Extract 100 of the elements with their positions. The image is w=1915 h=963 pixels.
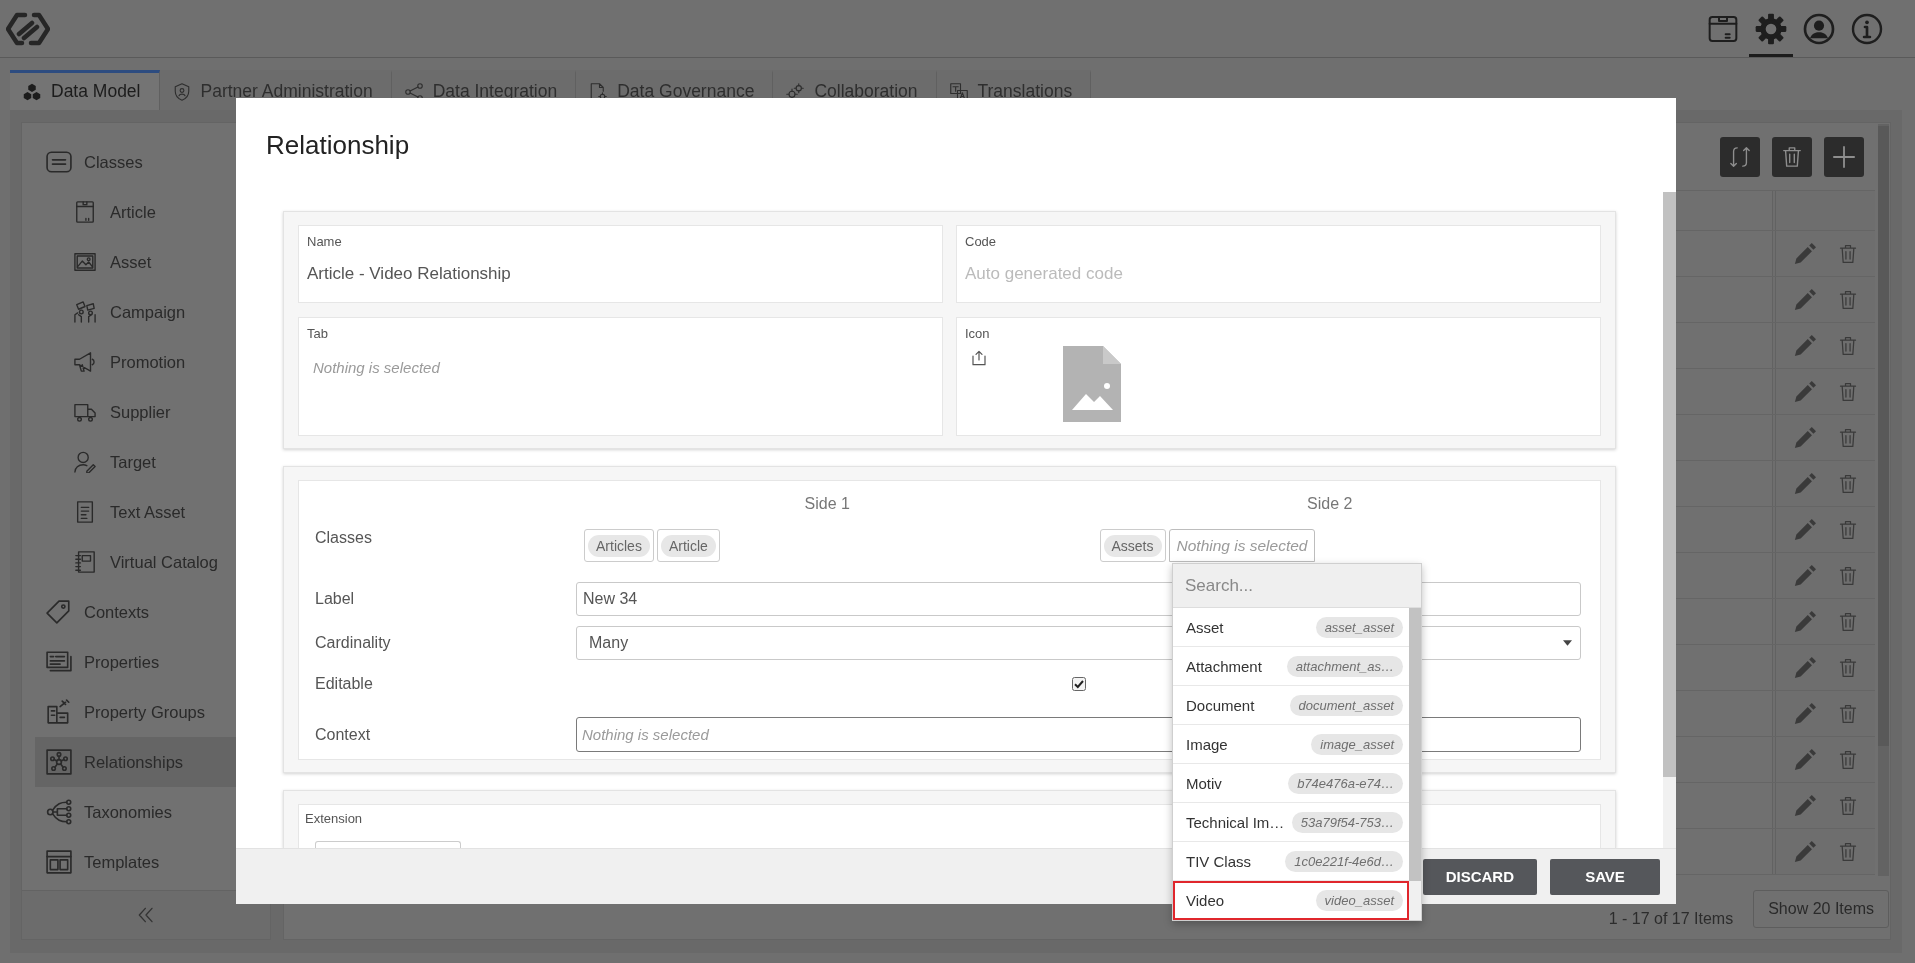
delete-button[interactable] bbox=[1772, 137, 1812, 177]
sidebar-item[interactable]: Text Asset bbox=[35, 487, 257, 537]
pencil-icon[interactable] bbox=[1794, 610, 1816, 633]
dropdown-option[interactable]: Motiv b74e476a-e74… bbox=[1173, 764, 1409, 803]
notebook-icon bbox=[74, 551, 96, 573]
field-label: Code bbox=[965, 234, 997, 250]
megaphone-icon bbox=[74, 351, 96, 373]
pencil-icon[interactable] bbox=[1794, 472, 1816, 495]
trash-icon[interactable] bbox=[1838, 656, 1858, 679]
pencil-icon[interactable] bbox=[1794, 656, 1816, 679]
trash-icon[interactable] bbox=[1838, 610, 1858, 633]
network-icon bbox=[46, 749, 72, 775]
dropdown-option[interactable]: Document document_asset bbox=[1173, 686, 1409, 725]
dropdown-option[interactable]: Image image_asset bbox=[1173, 725, 1409, 764]
row-label: Classes bbox=[315, 529, 372, 547]
code-tag: document_asset bbox=[1289, 694, 1403, 716]
tab-select[interactable]: Tab Nothing is selected bbox=[298, 317, 943, 436]
tag-icon bbox=[46, 599, 72, 625]
code-tag: b74e476a-e74… bbox=[1288, 772, 1403, 794]
add-button[interactable] bbox=[1824, 137, 1864, 177]
sidebar-item[interactable]: Property Groups bbox=[35, 687, 257, 737]
row-label: Editable bbox=[315, 675, 373, 693]
row-label: Context bbox=[315, 725, 371, 744]
trash-icon[interactable] bbox=[1838, 840, 1858, 863]
dropdown-option[interactable]: Asset asset_asset bbox=[1173, 608, 1409, 647]
hands-flags-icon bbox=[74, 301, 96, 323]
code-tag: attachment_as… bbox=[1286, 655, 1403, 677]
pencil-icon[interactable] bbox=[1794, 518, 1816, 541]
trash-icon[interactable] bbox=[1838, 748, 1858, 771]
trash-icon[interactable] bbox=[1838, 472, 1858, 495]
app-logo-icon[interactable] bbox=[6, 11, 50, 46]
trash-icon[interactable] bbox=[1838, 334, 1858, 357]
trash-icon[interactable] bbox=[1838, 426, 1858, 449]
trash-icon[interactable] bbox=[1838, 288, 1858, 311]
trash-icon[interactable] bbox=[1838, 702, 1858, 725]
pencil-icon[interactable] bbox=[1794, 794, 1816, 817]
dropdown-option[interactable]: Video video_asset bbox=[1173, 881, 1409, 920]
gears-icon bbox=[786, 82, 805, 101]
sidebar-item[interactable]: Taxonomies bbox=[35, 787, 257, 837]
swap-button[interactable] bbox=[1720, 137, 1760, 177]
list-card-icon bbox=[46, 149, 72, 175]
code-tag: image_asset bbox=[1311, 733, 1403, 755]
caret-icon bbox=[1563, 640, 1572, 646]
pencil-icon[interactable] bbox=[1794, 564, 1816, 587]
name-field[interactable]: Name Article - Video Relationship bbox=[298, 225, 943, 303]
dropdown-option[interactable]: Attachment attachment_as… bbox=[1173, 647, 1409, 686]
sidebar-item[interactable]: Article bbox=[35, 187, 257, 237]
upload-icon[interactable] bbox=[971, 350, 987, 366]
sidebar-item[interactable]: Asset bbox=[35, 237, 257, 287]
row-label: Cardinality bbox=[315, 634, 391, 652]
page-size-button[interactable]: Show 20 Items bbox=[1753, 890, 1889, 928]
sidebar-item[interactable]: Contexts bbox=[35, 587, 257, 637]
pencil-icon[interactable] bbox=[1794, 426, 1816, 449]
plus-icon bbox=[1833, 146, 1855, 168]
trash-icon[interactable] bbox=[1838, 242, 1858, 265]
sidebar-item[interactable]: Templates bbox=[35, 837, 257, 887]
dialog-title: Relationship bbox=[266, 129, 410, 161]
item-count: 1 - 17 of 17 Items bbox=[1608, 910, 1734, 928]
sidebar-item[interactable]: Classes bbox=[35, 137, 257, 187]
pencil-icon[interactable] bbox=[1794, 334, 1816, 357]
settings-icon bbox=[1755, 12, 1787, 45]
trash-icon[interactable] bbox=[1838, 564, 1858, 587]
layout-icon bbox=[46, 849, 72, 875]
code-tag: asset_asset bbox=[1315, 616, 1403, 638]
sidebar-item[interactable]: Supplier bbox=[35, 387, 257, 437]
tree-nodes-icon bbox=[46, 799, 72, 825]
sidebar-item[interactable]: Virtual Catalog bbox=[35, 537, 257, 587]
swap-arrows-icon bbox=[1729, 146, 1751, 168]
dialog-button[interactable]: SAVE bbox=[1550, 858, 1660, 895]
class-select[interactable]: Nothing is selected bbox=[1168, 529, 1316, 562]
sidebar-item[interactable]: Promotion bbox=[35, 337, 257, 387]
pencil-icon[interactable] bbox=[1794, 288, 1816, 311]
search-field[interactable]: Search... bbox=[1173, 564, 1421, 608]
code-input[interactable]: Auto generated code bbox=[965, 263, 1592, 285]
code-tag: video_asset bbox=[1315, 889, 1403, 911]
trash-icon bbox=[1781, 146, 1803, 168]
trash-icon[interactable] bbox=[1838, 380, 1858, 403]
column-header: Side 2 bbox=[1307, 495, 1353, 513]
pencil-icon[interactable] bbox=[1794, 380, 1816, 403]
info-icon bbox=[1851, 12, 1883, 45]
code-tag: 53a79f54-753… bbox=[1291, 811, 1403, 833]
code-field[interactable]: Code Auto generated code bbox=[956, 225, 1601, 303]
pencil-icon[interactable] bbox=[1794, 702, 1816, 725]
name-input[interactable]: Article - Video Relationship bbox=[307, 263, 934, 285]
pencil-icon[interactable] bbox=[1794, 840, 1816, 863]
trash-icon[interactable] bbox=[1838, 518, 1858, 541]
trash-icon[interactable] bbox=[1838, 794, 1858, 817]
editable-checkbox[interactable] bbox=[1071, 677, 1086, 691]
dialog-button[interactable]: DISCARD bbox=[1422, 858, 1537, 895]
pencil-icon[interactable] bbox=[1794, 748, 1816, 771]
field-label: Name bbox=[307, 234, 342, 250]
collapse-button[interactable] bbox=[22, 890, 270, 939]
pencil-icon[interactable] bbox=[1794, 242, 1816, 265]
sidebar-item[interactable]: Target bbox=[35, 437, 257, 487]
tab[interactable]: Data Model bbox=[10, 70, 160, 110]
dropdown-option[interactable]: Technical Im… 53a79f54-753… bbox=[1173, 803, 1409, 842]
cubes-icon bbox=[23, 82, 41, 101]
dropdown-option[interactable]: TIV Class 1c0e221f-4e6d… bbox=[1173, 842, 1409, 881]
sidebar-item[interactable]: Campaign bbox=[35, 287, 257, 337]
sidebar-item[interactable]: Properties bbox=[35, 637, 257, 687]
